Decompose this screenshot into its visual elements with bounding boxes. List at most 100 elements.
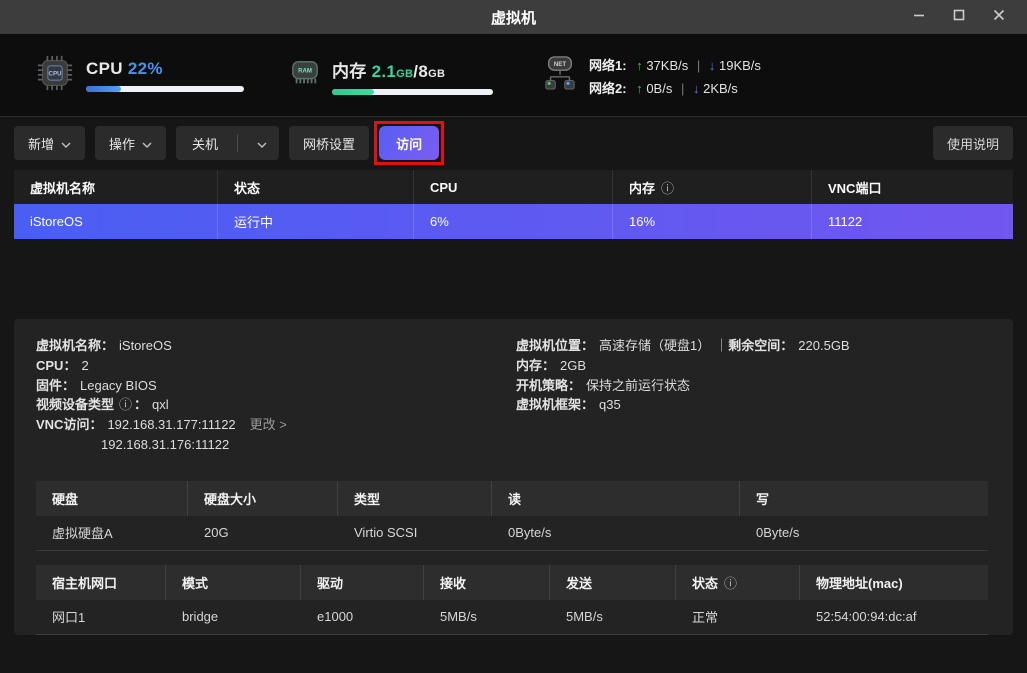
network2-line: 网络2: ↑ 0B/s | ↓ 2KB/s: [589, 78, 761, 97]
detail-vnc-access: VNC访问： 192.168.31.177:11122 更改 >: [36, 415, 516, 435]
net-header-rx: 接收: [424, 565, 550, 600]
maximize-button[interactable]: [939, 0, 979, 34]
firmware-value: Legacy BIOS: [80, 376, 157, 396]
machine-type-value: q35: [599, 395, 621, 415]
divider: |: [697, 58, 700, 73]
network-row: 网口1 bridge e1000 5MB/s 5MB/s 正常 52:54:00…: [36, 600, 988, 635]
net-header-port: 宿主机网口: [36, 565, 166, 600]
window-controls: [899, 0, 1019, 34]
info-icon[interactable]: ⓘ: [661, 178, 674, 197]
operate-button[interactable]: 操作: [95, 126, 166, 160]
net-cell-mode: bridge: [166, 600, 301, 634]
vm-manager-window: 虚拟机: [0, 0, 1027, 673]
detail-cpu: CPU： 2: [36, 356, 516, 376]
vm-header-vnc-label: VNC端口: [828, 178, 881, 197]
cpu-progress-fill: [86, 86, 121, 92]
chevron-down-icon: [142, 136, 152, 151]
vm-row-istoreos[interactable]: iStoreOS 运行中 6% 16% 11122: [14, 204, 1013, 239]
vm-cell-name: iStoreOS: [14, 204, 218, 239]
download-arrow-icon: ↓: [709, 58, 716, 73]
add-button-label: 新增: [28, 134, 54, 153]
vm-cell-vnc: 11122: [812, 204, 1013, 239]
disk-cell-read: 0Byte/s: [492, 516, 740, 550]
network1-label: 网络1:: [589, 58, 627, 73]
vm-cell-memory: 16%: [613, 204, 812, 239]
upload-arrow-icon: ↑: [636, 81, 643, 96]
vm-name-label: 虚拟机名称：: [36, 336, 114, 356]
detail-left-column: 虚拟机名称： iStoreOS CPU： 2 固件： Legacy BIOS 视…: [36, 336, 516, 455]
net-chip-icon: NET: [543, 53, 577, 98]
disk-header-disk: 硬盘: [36, 481, 188, 516]
shutdown-button[interactable]: 关机: [176, 134, 230, 153]
disk-header-type: 类型: [338, 481, 492, 516]
network2-up: 0B/s: [646, 81, 672, 96]
disk-cell-name: 虚拟硬盘A: [36, 516, 188, 550]
bridge-settings-label: 网桥设置: [303, 134, 355, 153]
detail-video-device: 视频设备类型 ⓘ ： qxl: [36, 395, 516, 415]
disk-header-read: 读: [492, 481, 740, 516]
net-header-mac: 物理地址(mac): [800, 565, 988, 600]
boot-policy-label: 开机策略：: [516, 376, 581, 396]
stats-strip: CPU CPU 22% RAM: [0, 34, 1027, 117]
bridge-settings-button[interactable]: 网桥设置: [289, 126, 369, 160]
window-title: 虚拟机: [491, 7, 536, 28]
memory-progress-fill: [332, 89, 374, 95]
title-bar: 虚拟机: [0, 0, 1027, 34]
chevron-down-icon: [61, 136, 71, 151]
close-button[interactable]: [979, 0, 1019, 34]
net-cell-port: 网口1: [36, 600, 166, 634]
boot-policy-value: 保持之前运行状态: [586, 376, 690, 396]
net-header-mode: 模式: [166, 565, 301, 600]
detail-right-column: 虚拟机位置： 高速存储（硬盘1） ｜ 剩余空间： 220.5GB 内存： 2GB…: [516, 336, 850, 455]
vnc-address-1: 192.168.31.177:11122: [107, 415, 235, 435]
memory-label: 内存: [332, 62, 367, 81]
detail-memory: 内存： 2GB: [516, 356, 850, 376]
download-arrow-icon: ↓: [693, 81, 700, 96]
access-button-label: 访问: [396, 134, 422, 153]
memory-label: 内存：: [516, 356, 555, 376]
vm-header-memory: 内存 ⓘ: [613, 170, 812, 204]
net-header-driver: 驱动: [301, 565, 424, 600]
disk-cell-type: Virtio SCSI: [338, 516, 492, 550]
vm-table: 虚拟机名称 状态 CPU 内存 ⓘ VNC端口 iStoreOS 运行中 6% …: [14, 170, 1013, 239]
help-button-label: 使用说明: [947, 134, 999, 153]
divider: |: [681, 81, 684, 96]
free-space-label: 剩余空间：: [728, 336, 793, 356]
memory-stat: RAM 内存 2.1GB/8GB: [290, 34, 493, 117]
change-vnc-link[interactable]: 更改 >: [250, 415, 287, 435]
network-table-header: 宿主机网口 模式 驱动 接收 发送 状态 ⓘ 物理地址(mac): [36, 565, 988, 600]
memory-usage-text: 内存 2.1GB/8GB: [332, 57, 493, 82]
network1-line: 网络1: ↑ 37KB/s | ↓ 19KB/s: [589, 55, 761, 74]
chevron-down-icon: [257, 136, 267, 151]
minimize-icon: [913, 8, 925, 26]
cpu-stat: CPU CPU 22%: [36, 34, 244, 117]
memory-total: 8: [418, 62, 428, 81]
minimize-button[interactable]: [899, 0, 939, 34]
svg-text:RAM: RAM: [298, 68, 312, 75]
detail-vnc-access-2: 192.168.31.176:11122: [36, 435, 516, 455]
close-icon: [993, 8, 1005, 26]
shutdown-menu-button[interactable]: [245, 126, 279, 160]
memory-used: 2.1: [372, 62, 397, 81]
net-cell-tx: 5MB/s: [550, 600, 676, 634]
vm-table-header: 虚拟机名称 状态 CPU 内存 ⓘ VNC端口: [14, 170, 1013, 204]
cpu-progress-track: [86, 86, 244, 92]
info-icon[interactable]: ⓘ: [119, 395, 132, 415]
vm-header-memory-label: 内存: [629, 178, 655, 197]
vnc-address-2: 192.168.31.176:11122: [101, 435, 229, 455]
operate-button-label: 操作: [109, 134, 135, 153]
location-pipe: ｜: [715, 336, 728, 356]
cpu-chip-icon: CPU: [36, 54, 74, 97]
disk-table-header: 硬盘 硬盘大小 类型 读 写: [36, 481, 988, 516]
info-icon[interactable]: ⓘ: [724, 573, 737, 592]
disk-header-write: 写: [740, 481, 988, 516]
add-button[interactable]: 新增: [14, 126, 85, 160]
help-button[interactable]: 使用说明: [933, 126, 1013, 160]
vm-cell-status: 运行中: [218, 204, 414, 239]
disk-cell-size: 20G: [188, 516, 338, 550]
net-cell-driver: e1000: [301, 600, 424, 634]
video-device-colon: ：: [134, 395, 147, 415]
location-value: 高速存储（硬盘1）: [599, 336, 710, 356]
access-button[interactable]: 访问: [379, 126, 439, 160]
cpu-label: CPU：: [36, 356, 76, 376]
